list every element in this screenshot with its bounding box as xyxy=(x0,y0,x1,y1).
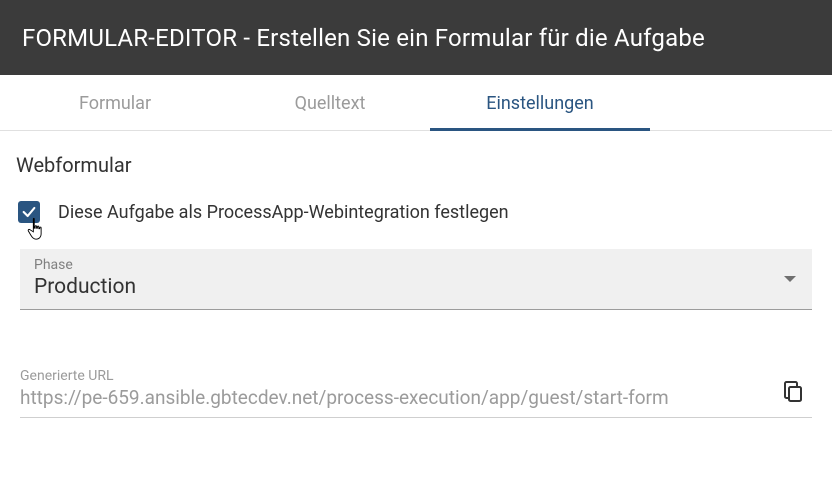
checkbox-label-webintegration: Diese Aufgabe als ProcessApp-Webintegrat… xyxy=(58,202,509,223)
select-phase[interactable]: Phase Production xyxy=(20,249,812,310)
chevron-down-icon xyxy=(784,276,796,282)
checkbox-row-webintegration: Diese Aufgabe als ProcessApp-Webintegrat… xyxy=(16,201,816,223)
select-phase-value: Production xyxy=(34,275,136,299)
copy-url-button[interactable] xyxy=(778,376,808,406)
tabs: Formular Quelltext Einstellungen xyxy=(0,75,832,131)
tab-formular[interactable]: Formular xyxy=(0,75,230,130)
url-label: Generierte URL xyxy=(20,368,760,384)
header: FORMULAR-EDITOR - Erstellen Sie ein Form… xyxy=(0,0,832,75)
url-value: https://pe-659.ansible.gbtecdev.net/proc… xyxy=(20,386,760,409)
tab-quelltext[interactable]: Quelltext xyxy=(230,75,430,130)
checkmark-icon xyxy=(21,204,37,220)
url-field: Generierte URL https://pe-659.ansible.gb… xyxy=(20,364,812,418)
tab-einstellungen[interactable]: Einstellungen xyxy=(430,75,650,130)
content: Webformular Diese Aufgabe als ProcessApp… xyxy=(0,131,832,418)
select-phase-label: Phase xyxy=(34,257,798,273)
page-title: FORMULAR-EDITOR - Erstellen Sie ein Form… xyxy=(22,24,705,52)
section-title-webformular: Webformular xyxy=(16,153,816,177)
copy-icon xyxy=(781,379,805,403)
checkbox-webintegration[interactable] xyxy=(18,201,40,223)
